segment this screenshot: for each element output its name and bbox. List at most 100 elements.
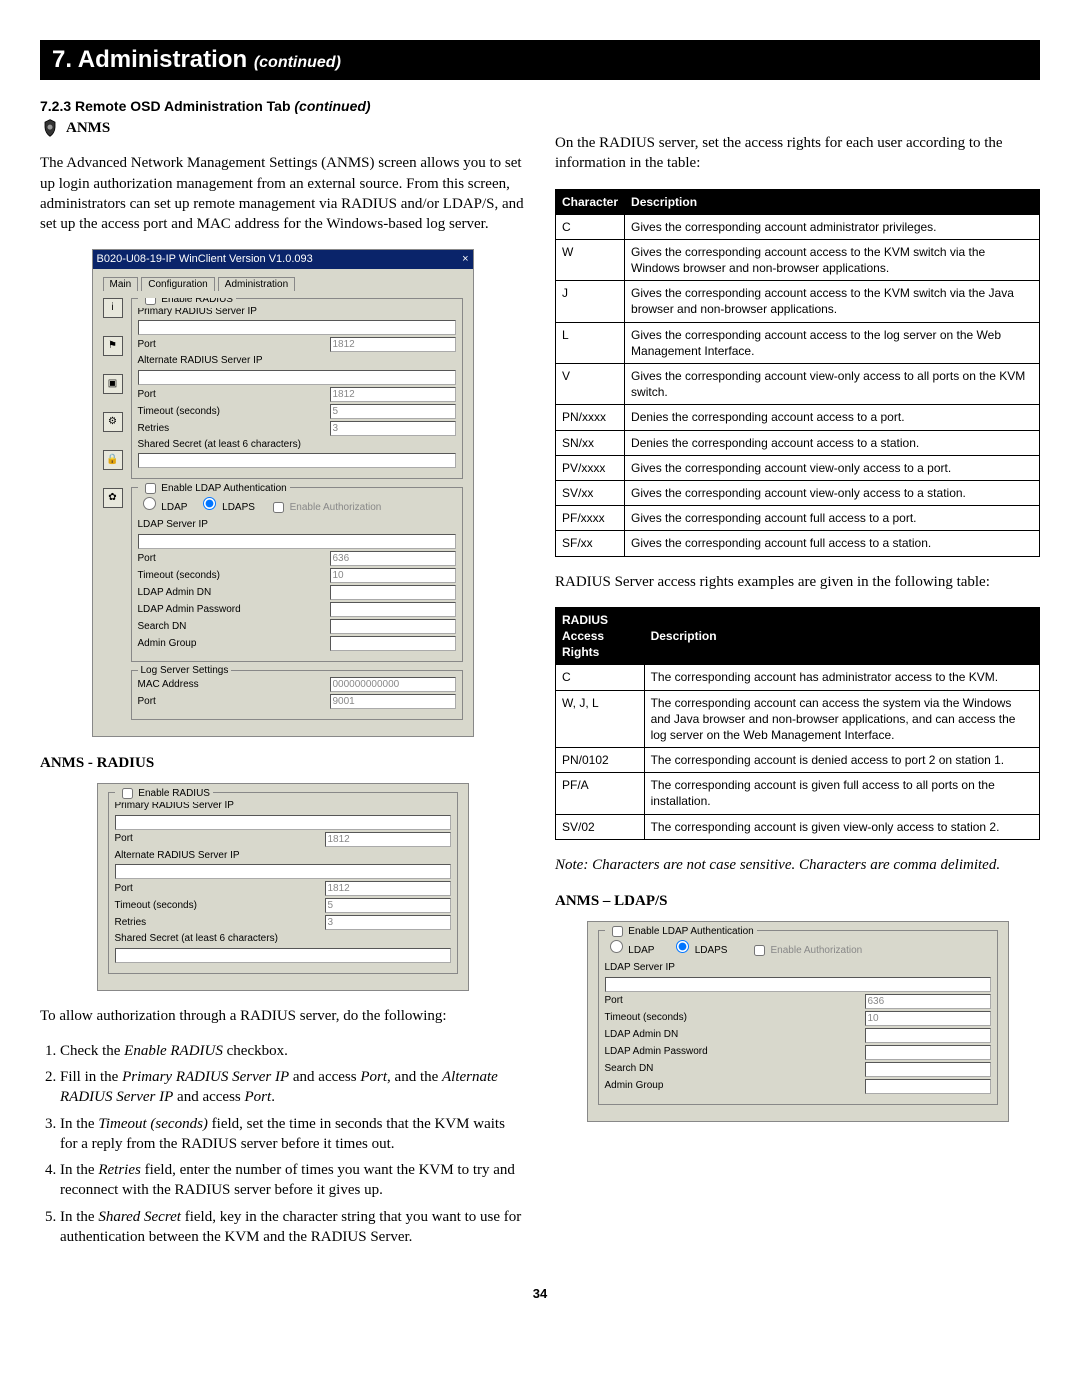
table-cell: Denies the corresponding account access … xyxy=(625,405,1040,430)
table-row: PF/AThe corresponding account is given f… xyxy=(556,773,1040,814)
chapter-cont: (continued) xyxy=(254,54,341,71)
port-field[interactable] xyxy=(330,337,456,352)
table-cell: Gives the corresponding account full acc… xyxy=(625,531,1040,556)
timeout-field[interactable] xyxy=(330,404,456,419)
enable-radius-checkbox[interactable] xyxy=(145,298,156,305)
radius-fieldset: Enable RADIUS Primary RADIUS Server IP P… xyxy=(131,298,463,480)
ldap-port-field-zoom[interactable] xyxy=(865,994,991,1009)
ldap-admin-dn-field[interactable] xyxy=(330,585,456,600)
table-row: PV/xxxxGives the corresponding account v… xyxy=(556,455,1040,480)
ldap-timeout-field-zoom[interactable] xyxy=(865,1011,991,1026)
table-row: SF/xxGives the corresponding account ful… xyxy=(556,531,1040,556)
ldaps-radio[interactable] xyxy=(203,497,216,510)
alt-port-field-zoom[interactable] xyxy=(325,881,451,896)
info-icon[interactable]: i xyxy=(103,298,123,318)
enable-auth-checkbox-zoom[interactable] xyxy=(754,945,765,956)
step-item: Fill in the Primary RADIUS Server IP and… xyxy=(60,1067,525,1108)
enable-ldap-checkbox[interactable] xyxy=(145,483,156,494)
enable-auth-checkbox[interactable] xyxy=(273,502,284,513)
ldap-admin-dn-label: LDAP Admin DN xyxy=(138,586,330,600)
ldap-search-dn-field-zoom[interactable] xyxy=(865,1062,991,1077)
anms-window: B020-U08-19-IP WinClient Version V1.0.09… xyxy=(92,249,474,737)
table-row: JGives the corresponding account access … xyxy=(556,281,1040,322)
sidebar: i ⚑ ▣ ⚙ 🔒 ✿ xyxy=(103,298,125,526)
port-field-zoom[interactable] xyxy=(325,832,451,847)
retries-field[interactable] xyxy=(330,421,456,436)
table-cell: W, J, L xyxy=(556,690,645,748)
table-cell: C xyxy=(556,214,625,239)
timeout-field-zoom[interactable] xyxy=(325,898,451,913)
ldap-radio[interactable] xyxy=(143,497,156,510)
table-cell: Gives the corresponding account view-onl… xyxy=(625,455,1040,480)
enable-ldap-checkbox-zoom[interactable] xyxy=(612,926,623,937)
ldaps-radio-zoom[interactable] xyxy=(676,940,689,953)
ldap-admin-group-field-zoom[interactable] xyxy=(865,1079,991,1094)
log-mac-label: MAC Address xyxy=(138,678,330,692)
enable-ldap-label: Enable LDAP Authentication xyxy=(161,484,286,495)
radius-steps: Check the Enable RADIUS checkbox.Fill in… xyxy=(40,1041,525,1247)
close-icon[interactable]: × xyxy=(462,252,468,267)
alt-ip-field-zoom[interactable] xyxy=(115,864,451,879)
ldap-server-ip-field-zoom[interactable] xyxy=(605,977,991,992)
log-mac-field[interactable] xyxy=(330,677,456,692)
table-row: CThe corresponding account has administr… xyxy=(556,665,1040,690)
primary-ip-field[interactable] xyxy=(138,320,456,335)
table-header: Description xyxy=(644,607,1039,665)
primary-ip-field-zoom[interactable] xyxy=(115,815,451,830)
ldap-admin-group-field[interactable] xyxy=(330,636,456,651)
table-cell: PN/0102 xyxy=(556,748,645,773)
ldap-admin-pw-label-zoom: LDAP Admin Password xyxy=(605,1045,865,1059)
right-mid: RADIUS Server access rights examples are… xyxy=(555,572,1040,592)
secret-field[interactable] xyxy=(138,453,456,468)
tab-row: Main Configuration Administration xyxy=(103,277,463,292)
network-icon[interactable]: ⚙ xyxy=(103,412,123,432)
tab-administration[interactable]: Administration xyxy=(218,277,295,291)
ldap-radio-label-zoom: LDAP xyxy=(628,945,654,956)
ldap-search-dn-field[interactable] xyxy=(330,619,456,634)
secret-field-zoom[interactable] xyxy=(115,948,451,963)
ldap-timeout-field[interactable] xyxy=(330,568,456,583)
gear-icon[interactable]: ✿ xyxy=(103,488,123,508)
alt-port-label-zoom: Port xyxy=(115,882,325,896)
lock-icon[interactable]: 🔒 xyxy=(103,450,123,470)
note-text: Note: Characters are not case sensitive.… xyxy=(555,855,1040,875)
port-label: Port xyxy=(138,338,330,352)
table-row: WGives the corresponding account access … xyxy=(556,239,1040,280)
ldap-search-dn-label-zoom: Search DN xyxy=(605,1062,865,1076)
section-heading: 7.2.3 Remote OSD Administration Tab (con… xyxy=(40,98,1040,114)
ldap-admin-pw-field-zoom[interactable] xyxy=(865,1045,991,1060)
alt-port-field[interactable] xyxy=(330,387,456,402)
table-cell: SN/xx xyxy=(556,430,625,455)
ldap-admin-dn-label-zoom: LDAP Admin DN xyxy=(605,1028,865,1042)
ldap-port-field[interactable] xyxy=(330,551,456,566)
enable-radius-checkbox-zoom[interactable] xyxy=(122,788,133,799)
monitor-icon[interactable]: ▣ xyxy=(103,374,123,394)
radius-intro: To allow authorization through a RADIUS … xyxy=(40,1006,525,1026)
alt-ip-field[interactable] xyxy=(138,370,456,385)
retries-field-zoom[interactable] xyxy=(325,915,451,930)
log-port-field[interactable] xyxy=(330,694,456,709)
table-cell: J xyxy=(556,281,625,322)
ldap-port-label-zoom: Port xyxy=(605,994,865,1008)
users-icon[interactable]: ⚑ xyxy=(103,336,123,356)
tab-main[interactable]: Main xyxy=(103,277,139,291)
table-cell: Gives the corresponding account access t… xyxy=(625,239,1040,280)
tab-configuration[interactable]: Configuration xyxy=(141,277,214,291)
character-table: CharacterDescriptionCGives the correspon… xyxy=(555,189,1040,557)
table-row: SV/xxGives the corresponding account vie… xyxy=(556,480,1040,505)
table-row: PF/xxxxGives the corresponding account f… xyxy=(556,506,1040,531)
alt-port-label: Port xyxy=(138,388,330,402)
table-row: W, J, LThe corresponding account can acc… xyxy=(556,690,1040,748)
ldap-admin-group-label-zoom: Admin Group xyxy=(605,1079,865,1093)
ldap-admin-pw-field[interactable] xyxy=(330,602,456,617)
ldap-admin-dn-field-zoom[interactable] xyxy=(865,1028,991,1043)
ldap-radio-zoom[interactable] xyxy=(610,940,623,953)
alt-ip-label-zoom: Alternate RADIUS Server IP xyxy=(115,849,451,863)
ldaps-radio-label: LDAPS xyxy=(222,502,255,513)
table-cell: The corresponding account can access the… xyxy=(644,690,1039,748)
table-row: PN/0102The corresponding account is deni… xyxy=(556,748,1040,773)
radius-subhead: ANMS - RADIUS xyxy=(40,753,525,773)
ldap-server-ip-field[interactable] xyxy=(138,534,456,549)
ldap-panel: Enable LDAP Authentication LDAP LDAPS En… xyxy=(587,921,1009,1121)
table-cell: SV/02 xyxy=(556,814,645,839)
